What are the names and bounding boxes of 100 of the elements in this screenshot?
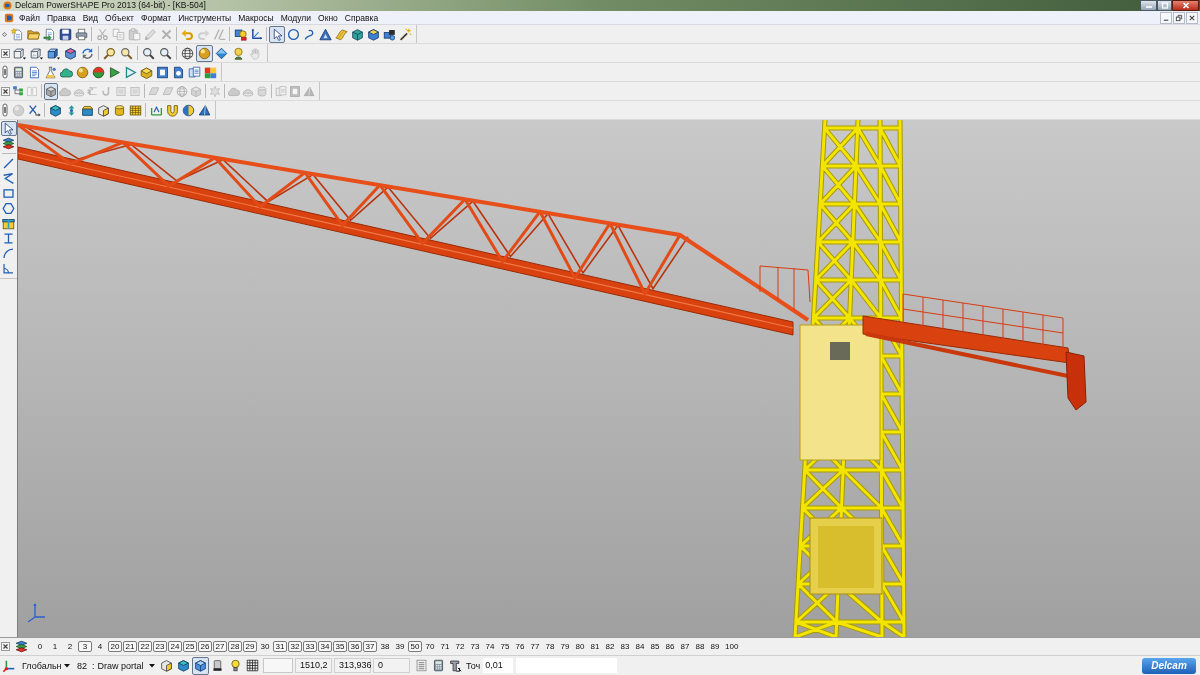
input-field[interactable]	[263, 658, 293, 673]
u-shape-icon[interactable]	[165, 103, 179, 117]
level-toggle[interactable]: 88	[693, 641, 707, 652]
polyline-icon[interactable]	[2, 172, 15, 185]
close-button[interactable]	[1172, 0, 1199, 11]
box-icon[interactable]	[2, 217, 15, 230]
level-toggle[interactable]: 70	[423, 641, 437, 652]
person-icon[interactable]	[232, 46, 245, 60]
menu-item[interactable]: Файл	[16, 10, 43, 25]
level-toggle[interactable]: 86	[663, 641, 677, 652]
i-beam-icon[interactable]	[2, 232, 15, 245]
angle-icon[interactable]	[2, 262, 15, 275]
level-toggle[interactable]: 24	[168, 641, 182, 652]
menu-item[interactable]: Окно	[315, 10, 341, 25]
ribbon-icon[interactable]	[334, 27, 348, 41]
level-toggle[interactable]: 50	[408, 641, 422, 652]
pyramid-icon[interactable]	[318, 27, 332, 41]
level-toggle[interactable]: 23	[153, 641, 167, 652]
menu-item[interactable]: Макросы	[235, 10, 277, 25]
box-icon[interactable]	[139, 65, 153, 79]
caret-icon[interactable]	[64, 663, 70, 668]
cube-icon[interactable]	[96, 103, 110, 117]
document-icon[interactable]	[171, 65, 185, 79]
level-toggle[interactable]: 34	[318, 641, 332, 652]
level-toggle[interactable]: 35	[333, 641, 347, 652]
coordinate-field[interactable]: 0	[373, 658, 410, 673]
grid-icon[interactable]	[246, 659, 259, 672]
level-toggle[interactable]: 0	[33, 641, 47, 652]
save-icon[interactable]	[58, 27, 72, 41]
grip-icon[interactable]	[2, 103, 8, 117]
level-toggle[interactable]: 85	[648, 641, 662, 652]
cylinder-icon[interactable]	[112, 103, 126, 117]
hexagon-icon[interactable]	[2, 202, 15, 215]
calculator-icon[interactable]	[11, 65, 25, 79]
layers-icon[interactable]	[15, 640, 28, 653]
cube-icon[interactable]	[177, 659, 190, 672]
cube-icon[interactable]	[47, 46, 60, 60]
close-icon[interactable]	[1180, 1, 1191, 10]
document-arrow-icon[interactable]	[42, 27, 56, 41]
layers-icon[interactable]	[2, 137, 15, 150]
caret-icon[interactable]	[149, 663, 155, 668]
level-toggle[interactable]: 81	[588, 641, 602, 652]
menu-item[interactable]: Справка	[341, 10, 382, 25]
level-toggle[interactable]: 72	[453, 641, 467, 652]
level-toggle[interactable]: 20	[108, 641, 122, 652]
printer-icon[interactable]	[74, 27, 88, 41]
level-toggle[interactable]: 1	[48, 641, 62, 652]
level-toggle[interactable]: 83	[618, 641, 632, 652]
workplane-dropdown[interactable]: Глобальн	[21, 658, 71, 673]
menu-item[interactable]: Инструменты	[175, 10, 235, 25]
cube-icon[interactable]	[350, 27, 364, 41]
level-toggle[interactable]: 38	[378, 641, 392, 652]
wand-icon[interactable]	[398, 27, 412, 41]
grip-icon[interactable]	[2, 31, 7, 37]
rectangle-icon[interactable]	[2, 187, 15, 200]
triangle-icon[interactable]	[123, 65, 137, 79]
level-toggle[interactable]: 79	[558, 641, 572, 652]
wedge-icon[interactable]	[197, 103, 211, 117]
level-toggle[interactable]: 31	[273, 641, 287, 652]
magnifier-icon[interactable]	[159, 46, 172, 60]
cube-icon[interactable]	[48, 103, 62, 117]
level-toggle[interactable]: 27	[213, 641, 227, 652]
menu-item[interactable]: Вид	[79, 10, 101, 25]
level-toggle[interactable]: 74	[483, 641, 497, 652]
level-toggle[interactable]: 78	[543, 641, 557, 652]
level-dropdown[interactable]: 82 : Draw portal	[76, 658, 156, 673]
arc-icon[interactable]	[2, 247, 15, 260]
color-squares-icon[interactable]	[203, 65, 217, 79]
level-toggle[interactable]: 22	[138, 641, 152, 652]
shapes-icon[interactable]	[233, 27, 247, 41]
shapes-icon[interactable]	[382, 27, 396, 41]
level-toggle[interactable]: 77	[528, 641, 542, 652]
magnifier-icon[interactable]	[103, 46, 116, 60]
level-toggle[interactable]: 82	[603, 641, 617, 652]
menu-item[interactable]: Формат	[137, 10, 175, 25]
menu-item[interactable]: Правка	[43, 10, 79, 25]
level-toggle[interactable]: 89	[708, 641, 722, 652]
magnifier-icon[interactable]	[142, 46, 155, 60]
level-toggle[interactable]: 32	[288, 641, 302, 652]
grip-icon[interactable]	[2, 65, 8, 79]
flask-icon[interactable]	[43, 65, 57, 79]
level-toggle[interactable]: 2	[63, 641, 77, 652]
diamond-icon[interactable]	[215, 46, 228, 60]
level-toggle[interactable]: 33	[303, 641, 317, 652]
level-toggle[interactable]: 29	[243, 641, 257, 652]
tolerance-field[interactable]: 0,01	[483, 658, 514, 673]
wireframe-cube-icon[interactable]	[13, 46, 26, 60]
level-toggle[interactable]: 25	[183, 641, 197, 652]
bulb-icon[interactable]	[229, 659, 242, 672]
level-toggle[interactable]: 84	[633, 641, 647, 652]
wireframe-cube-icon[interactable]	[30, 46, 43, 60]
level-toggle[interactable]: 3	[78, 641, 92, 652]
level-toggle[interactable]: 37	[363, 641, 377, 652]
bracket-icon[interactable]	[149, 103, 163, 117]
list-icon[interactable]	[415, 659, 428, 672]
level-toggle[interactable]: 28	[228, 641, 242, 652]
level-toggle[interactable]: 21	[123, 641, 137, 652]
level-toggle[interactable]: 80	[573, 641, 587, 652]
box-icon[interactable]	[366, 27, 380, 41]
cross-arrow-icon[interactable]	[27, 103, 41, 117]
